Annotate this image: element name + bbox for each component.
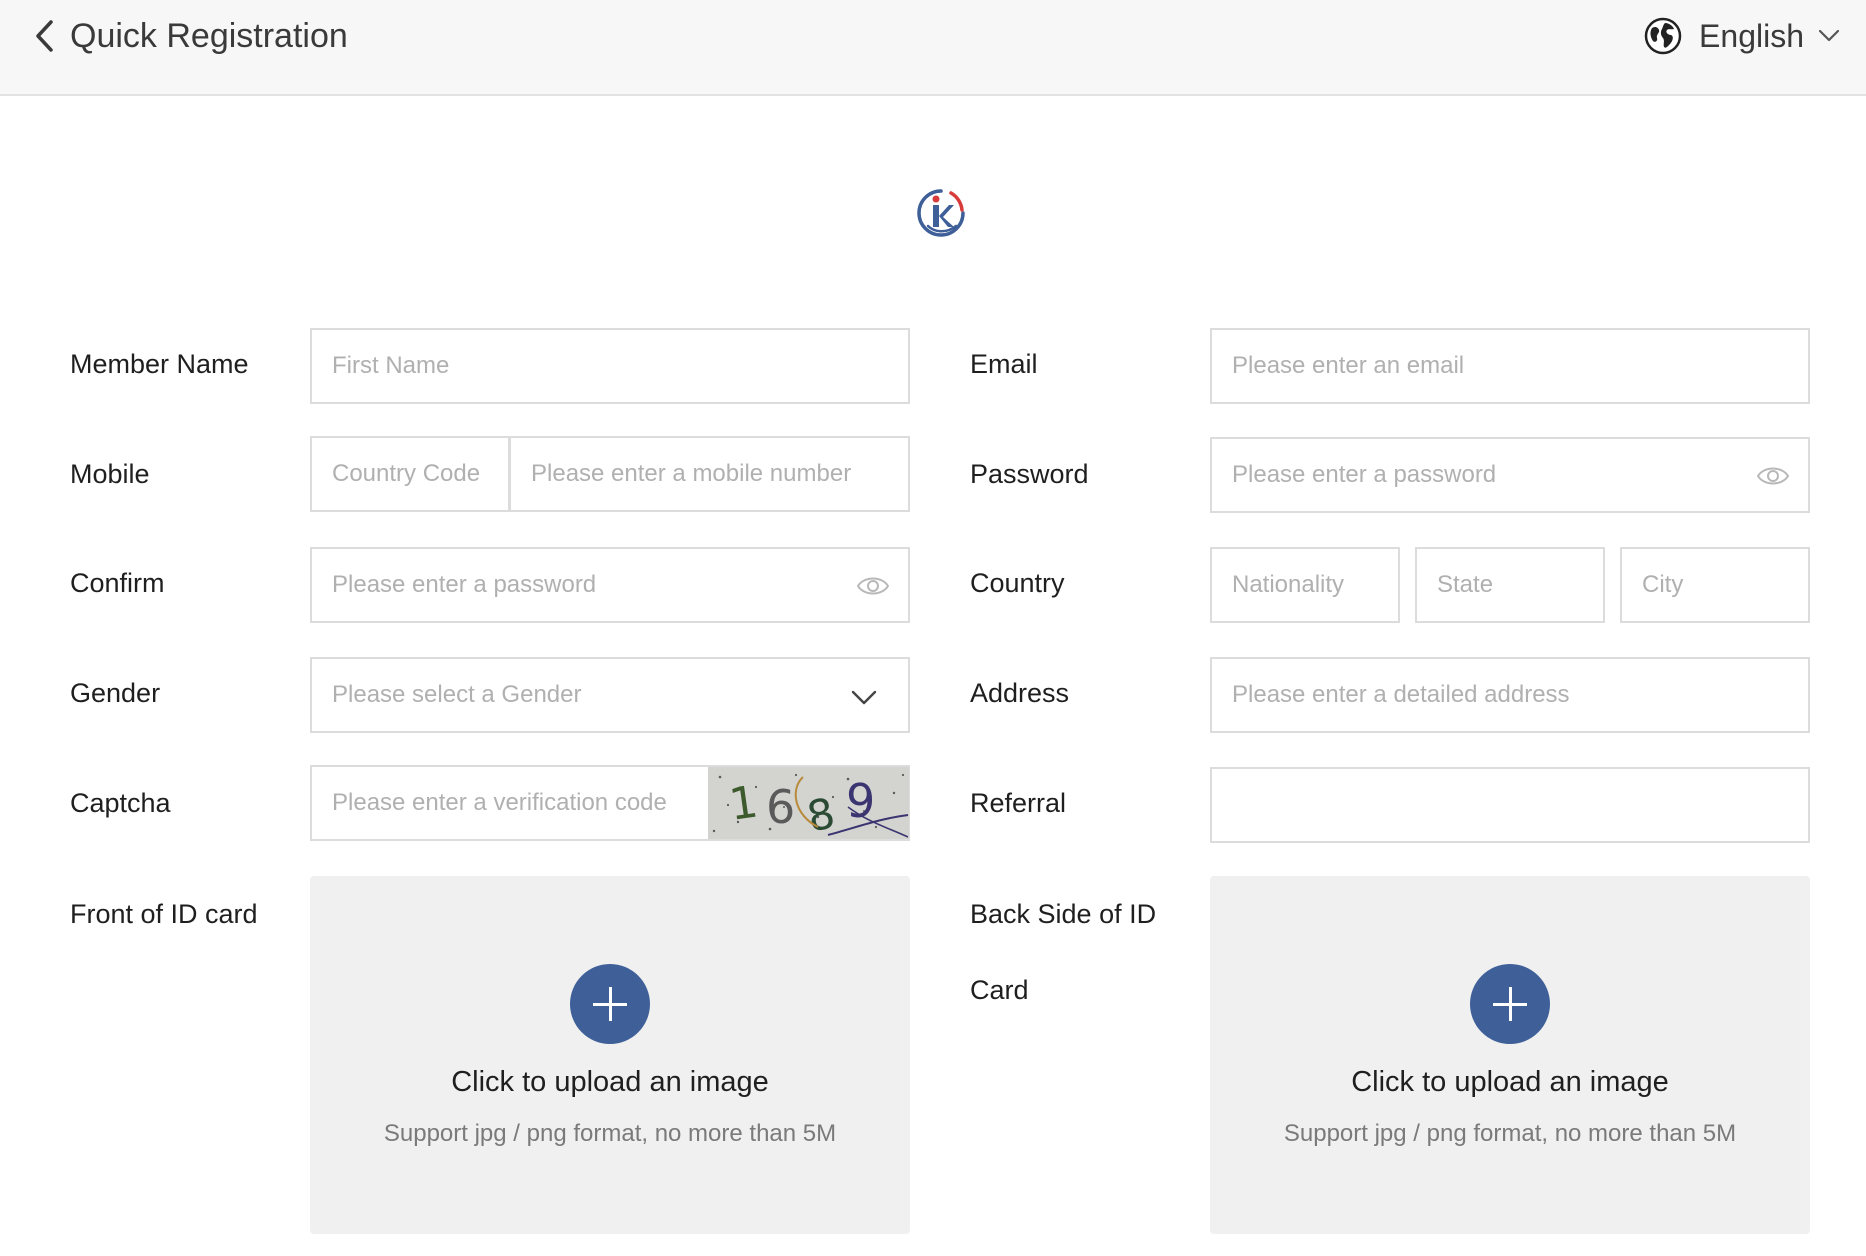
referral-field — [1210, 767, 1810, 843]
page-title: Quick Registration — [70, 17, 348, 55]
city-input[interactable] — [1622, 549, 1808, 621]
address-label: Address — [970, 678, 1070, 708]
chevron-left-icon — [36, 20, 53, 52]
gender-select[interactable]: Please select a Gender — [310, 657, 910, 733]
captcha-image[interactable]: 1 6 8 9 — [708, 767, 909, 839]
language-label: English — [1699, 17, 1804, 54]
upload-hint: Support jpg / png format, no more than 5… — [1283, 1120, 1737, 1147]
plus-icon — [570, 964, 650, 1044]
country-code-field — [310, 436, 510, 512]
chevron-down-icon — [1818, 29, 1840, 42]
gender-label: Gender — [70, 678, 161, 708]
globe-icon — [1644, 17, 1682, 55]
upload-hint: Support jpg / png format, no more than 5… — [383, 1120, 837, 1147]
back-button[interactable] — [34, 16, 56, 56]
mobile-number-input[interactable] — [511, 438, 908, 510]
country-code-input[interactable] — [312, 438, 508, 510]
captcha-label: Captcha — [70, 788, 171, 818]
nationality-field — [1210, 547, 1400, 623]
back-id-label-line2: Card — [970, 975, 1029, 1005]
captcha-char-2: 6 — [766, 780, 795, 834]
state-field — [1415, 547, 1605, 623]
first-name-input[interactable] — [312, 330, 908, 402]
top-bar: Quick Registration English — [0, 0, 1866, 96]
language-selector[interactable]: English — [1643, 14, 1840, 58]
nationality-input[interactable] — [1212, 549, 1398, 621]
eye-icon[interactable] — [856, 573, 890, 599]
front-id-label: Front of ID card — [70, 899, 258, 929]
email-field — [1210, 328, 1810, 404]
back-id-label-line1: Back Side of ID — [970, 899, 1157, 929]
chevron-down-icon — [851, 690, 877, 705]
eye-icon[interactable] — [1756, 463, 1790, 489]
confirm-password-input[interactable] — [312, 549, 908, 621]
password-field — [1210, 437, 1810, 513]
address-input[interactable] — [1212, 659, 1808, 731]
password-label: Password — [970, 459, 1089, 489]
brand-logo — [917, 189, 965, 237]
upload-title: Click to upload an image — [1351, 1066, 1669, 1098]
front-id-upload[interactable]: Click to upload an image Support jpg / p… — [310, 876, 910, 1234]
plus-icon — [1470, 964, 1550, 1044]
city-field — [1620, 547, 1810, 623]
referral-input[interactable] — [1212, 769, 1808, 841]
email-input[interactable] — [1212, 330, 1808, 402]
email-label: Email — [970, 349, 1038, 379]
upload-title: Click to upload an image — [451, 1066, 769, 1098]
back-id-upload[interactable]: Click to upload an image Support jpg / p… — [1210, 876, 1810, 1234]
country-label: Country — [970, 568, 1065, 598]
password-input[interactable] — [1212, 439, 1808, 511]
mobile-label: Mobile — [70, 459, 150, 489]
member-name-field — [310, 328, 910, 404]
confirm-password-field — [310, 547, 910, 623]
gender-placeholder: Please select a Gender — [332, 681, 582, 708]
captcha-char-4: 9 — [846, 774, 875, 828]
mobile-number-field — [509, 436, 910, 512]
member-name-label: Member Name — [70, 349, 249, 379]
address-field — [1210, 657, 1810, 733]
confirm-label: Confirm — [70, 568, 165, 598]
state-input[interactable] — [1417, 549, 1603, 621]
referral-label: Referral — [970, 788, 1067, 818]
